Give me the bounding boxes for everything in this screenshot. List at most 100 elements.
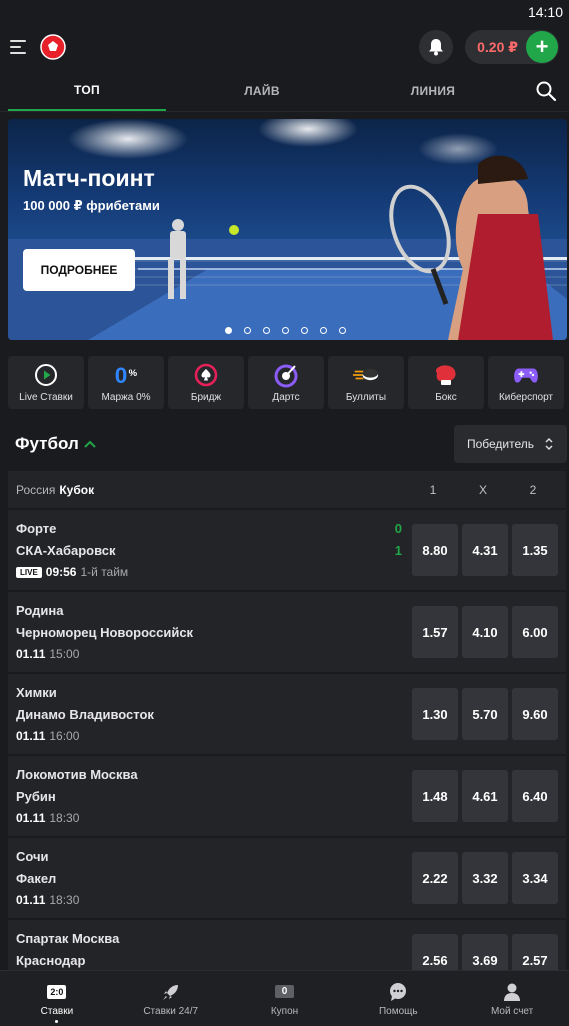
rocket-icon <box>161 981 181 1003</box>
match-date: 01.11 <box>16 647 46 661</box>
chevron-updown-icon <box>545 437 553 451</box>
home-team: Химки <box>16 685 57 700</box>
gamepad-icon <box>513 362 539 388</box>
sport-boxing[interactable]: Бокс <box>408 356 484 409</box>
banner-subtitle: 100 000 ₽ фрибетами <box>23 198 160 213</box>
odds-group: 1.57 4.10 6.00 <box>412 606 558 658</box>
match-row[interactable]: Локомотив Москва Рубин 01.11 18:30 1.48 … <box>8 756 566 836</box>
away-team: СКА-Хабаровск <box>16 543 116 558</box>
banner-dot[interactable] <box>339 327 346 334</box>
match-row[interactable]: Родина Черноморец Новороссийск 01.11 15:… <box>8 592 566 672</box>
odd-1[interactable]: 1.30 <box>412 688 458 740</box>
sport-esports[interactable]: Киберспорт <box>488 356 564 409</box>
match-clock: 16:00 <box>49 729 80 743</box>
odds-group: 1.48 4.61 6.40 <box>412 770 558 822</box>
odd-1[interactable]: 2.22 <box>412 852 458 904</box>
tab-live[interactable]: ЛАЙВ <box>166 70 358 111</box>
section-title[interactable]: Футбол <box>8 434 97 454</box>
match-row[interactable]: Сочи Факел 01.11 18:30 2.22 3.32 3.34 <box>8 838 566 918</box>
match-row[interactable]: Химки Динамо Владивосток 01.11 16:00 1.3… <box>8 674 566 754</box>
bell-icon <box>429 39 444 56</box>
active-indicator <box>55 1020 59 1023</box>
live-badge: LIVE <box>16 566 42 578</box>
odd-x[interactable]: 4.31 <box>462 524 508 576</box>
odd-x[interactable]: 4.61 <box>462 770 508 822</box>
nav-bets-247[interactable]: Ставки 24/7 <box>114 971 228 1026</box>
home-team: Форте <box>16 521 57 536</box>
menu-icon[interactable] <box>10 37 30 57</box>
sport-zero-margin[interactable]: 0% Маржа 0% <box>88 356 164 409</box>
nav-coupon[interactable]: 0 Купон <box>228 971 342 1026</box>
odd-2[interactable]: 6.00 <box>512 606 558 658</box>
away-team: Рубин <box>16 789 56 804</box>
odd-2[interactable]: 3.34 <box>512 852 558 904</box>
play-circle-icon <box>33 362 59 388</box>
odd-x[interactable]: 5.70 <box>462 688 508 740</box>
coupon-icon: 0 <box>274 981 295 1003</box>
sport-live-bets[interactable]: Live Ставки <box>8 356 84 409</box>
search-icon[interactable] <box>535 80 557 102</box>
sports-shortcuts: Live Ставки 0% Маржа 0% Бридж Дартс Булл… <box>8 356 564 409</box>
odd-2[interactable]: 9.60 <box>512 688 558 740</box>
odd-x[interactable]: 4.10 <box>462 606 508 658</box>
deposit-button[interactable]: + <box>526 31 558 63</box>
section-title-text: Футбол <box>15 434 79 453</box>
tab-top[interactable]: ТОП <box>8 70 166 111</box>
sport-label: Бокс <box>435 392 457 403</box>
main-tabs: ТОП ЛАЙВ ЛИНИЯ <box>0 70 569 112</box>
away-team: Факел <box>16 871 57 886</box>
banner-dot[interactable] <box>320 327 327 334</box>
sport-shootouts[interactable]: Буллиты <box>328 356 404 409</box>
notifications-button[interactable] <box>419 30 454 64</box>
match-date: 01.11 <box>16 729 46 743</box>
nav-account[interactable]: Мой счет <box>455 971 569 1026</box>
top-bar: 0.20 ₽ + <box>0 24 569 70</box>
match-time: LIVE 09:56 1-й тайм <box>16 565 128 579</box>
chevron-up-icon <box>84 440 96 448</box>
sport-label: Дартс <box>272 392 300 403</box>
tab-line[interactable]: ЛИНИЯ <box>358 70 508 111</box>
league-header[interactable]: Россия Кубок 1 X 2 <box>8 471 566 508</box>
banner-dot[interactable] <box>282 327 289 334</box>
banner-dot[interactable] <box>301 327 308 334</box>
match-time: 01.11 15:00 <box>16 647 79 661</box>
nav-help[interactable]: Помощь <box>341 971 455 1026</box>
promo-banner[interactable]: Матч-поинт 100 000 ₽ фрибетами ПОДРОБНЕЕ <box>8 119 567 340</box>
home-score: 0 <box>394 521 402 536</box>
odds-group: 8.80 4.31 1.35 <box>412 524 558 576</box>
user-icon <box>503 981 521 1003</box>
away-score: 1 <box>394 543 402 558</box>
col-head-x: X <box>478 482 487 497</box>
banner-more-button[interactable]: ПОДРОБНЕЕ <box>23 249 135 291</box>
banner-title: Матч-поинт <box>23 165 155 191</box>
dart-target-icon <box>273 362 299 388</box>
nav-label: Помощь <box>378 1005 418 1017</box>
banner-dot[interactable] <box>263 327 270 334</box>
top-left <box>10 34 66 60</box>
odd-1[interactable]: 1.57 <box>412 606 458 658</box>
logo-icon[interactable] <box>40 34 66 60</box>
sport-darts[interactable]: Дартс <box>248 356 324 409</box>
nav-label: Ставки <box>40 1005 74 1017</box>
sport-bridge[interactable]: Бридж <box>168 356 244 409</box>
home-team: Родина <box>16 603 64 618</box>
odd-1[interactable]: 8.80 <box>412 524 458 576</box>
odd-2[interactable]: 6.40 <box>512 770 558 822</box>
hockey-puck-icon <box>353 362 379 388</box>
match-row[interactable]: Форте СКА-Хабаровск 0 1 LIVE 09:56 1-й т… <box>8 510 566 590</box>
zero-percent-icon: 0% <box>113 362 139 388</box>
match-clock: 18:30 <box>49 811 80 825</box>
league-name: Кубок <box>59 482 95 497</box>
market-dropdown[interactable]: Победитель <box>454 425 567 463</box>
odd-2[interactable]: 1.35 <box>512 524 558 576</box>
odd-x[interactable]: 3.32 <box>462 852 508 904</box>
odd-1[interactable]: 1.48 <box>412 770 458 822</box>
nav-bets[interactable]: 2:0 Ставки <box>0 971 114 1026</box>
banner-dot[interactable] <box>225 327 232 334</box>
away-team: Краснодар <box>16 953 86 968</box>
balance-widget[interactable]: 0.20 ₽ + <box>465 30 559 64</box>
home-team: Локомотив Москва <box>16 767 138 782</box>
nav-bets-chip: 2:0 <box>47 984 67 999</box>
away-team: Черноморец Новороссийск <box>16 625 194 640</box>
banner-dot[interactable] <box>244 327 251 334</box>
